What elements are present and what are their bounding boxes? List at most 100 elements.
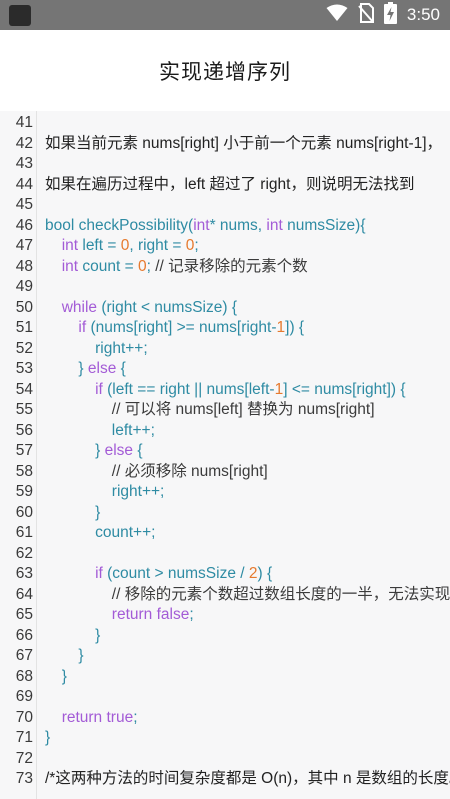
line-number: 62 bbox=[15, 544, 33, 562]
code-line: 57} else { bbox=[0, 441, 450, 462]
code-token: // 移除的元素个数超过数组长度的一半，无法实现 bbox=[111, 585, 450, 603]
code-token: ; bbox=[189, 606, 194, 623]
code-token: count = bbox=[78, 257, 138, 275]
line-number: 65 bbox=[15, 606, 33, 623]
code-line: 61 count++; bbox=[0, 523, 450, 544]
code-token: else bbox=[104, 442, 134, 459]
code-token: int bbox=[61, 257, 79, 275]
line-number: 51 bbox=[15, 319, 33, 336]
line-number: 70 bbox=[15, 708, 33, 726]
line-number: 49 bbox=[15, 278, 33, 295]
code-line: 67} bbox=[0, 646, 450, 667]
code-line: 47 int left = 0, right = 0; bbox=[0, 236, 450, 257]
line-number: 48 bbox=[15, 257, 33, 275]
code-token: int bbox=[193, 216, 210, 234]
line-number: 73 bbox=[15, 770, 33, 787]
code-text: } bbox=[95, 626, 100, 647]
code-token: { bbox=[116, 360, 126, 377]
code-text: return false; bbox=[112, 605, 194, 626]
line-number: 53 bbox=[15, 360, 33, 377]
code-line: 69 bbox=[0, 687, 450, 708]
code-token: ; bbox=[146, 257, 156, 275]
status-time: 3:50 bbox=[406, 5, 440, 24]
line-number: 67 bbox=[15, 647, 33, 664]
line-number: 68 bbox=[15, 667, 33, 685]
code-token: false bbox=[156, 606, 190, 623]
code-text: /*这两种方法的时间复杂度都是 O(n)，其中 n 是数组的长度。 bbox=[45, 769, 450, 790]
code-line: 66} bbox=[0, 626, 450, 647]
code-line: 63 if (count > numsSize / 2) { bbox=[0, 564, 450, 585]
code-token: if bbox=[95, 565, 103, 582]
code-token: } bbox=[95, 626, 101, 644]
code-line: 62 bbox=[0, 544, 450, 565]
code-token: // 必须移除 nums[right] bbox=[111, 462, 268, 480]
line-number: 43 bbox=[15, 155, 33, 172]
code-token: ) { bbox=[257, 565, 273, 582]
line-number: 52 bbox=[15, 339, 33, 357]
code-token: { bbox=[133, 442, 143, 459]
code-viewer[interactable]: 41 42 如果当前元素 nums[right] 小于前一个元素 nums[righ… bbox=[0, 111, 450, 799]
code-text: } bbox=[45, 728, 50, 749]
code-token: (count > numsSize / bbox=[102, 565, 249, 582]
code-line: 55 // 可以将 nums[left] 替换为 nums[right] bbox=[0, 400, 450, 421]
code-text: } bbox=[95, 503, 100, 524]
code-line: 73 /*这两种方法的时间复杂度都是 O(n)，其中 n 是数组的长度。 bbox=[0, 769, 450, 790]
code-line: 68} bbox=[0, 667, 450, 688]
code-line: 72 bbox=[0, 749, 450, 770]
line-number: 50 bbox=[15, 298, 33, 316]
code-token: } bbox=[78, 647, 84, 664]
code-token: right++; bbox=[95, 339, 148, 357]
battery-charging-icon bbox=[383, 2, 397, 28]
code-token: 1 bbox=[276, 319, 286, 336]
code-line: 41 bbox=[0, 113, 450, 134]
code-token: // 记录移除的元素个数 bbox=[155, 257, 308, 275]
line-number: 46 bbox=[15, 216, 33, 234]
code-line: 44 如果在遍历过程中，left 超过了 right，则说明无法找到 bbox=[0, 175, 450, 196]
line-number: 42 bbox=[15, 134, 33, 152]
code-token: } bbox=[95, 503, 101, 521]
code-text: } else { bbox=[78, 359, 125, 380]
code-text: } bbox=[62, 667, 67, 688]
code-token: 2 bbox=[248, 565, 258, 582]
code-line: 49 bbox=[0, 277, 450, 298]
code-text: return true; bbox=[62, 708, 138, 729]
code-line: 53 } else { bbox=[0, 359, 450, 380]
code-token: if bbox=[78, 319, 87, 336]
code-line: 60} bbox=[0, 503, 450, 524]
code-token: (left == right || nums[left- bbox=[102, 380, 275, 398]
code-token: } bbox=[45, 729, 51, 746]
line-number: 56 bbox=[15, 421, 33, 439]
code-line: 59 right++; bbox=[0, 482, 450, 503]
code-token: } bbox=[78, 360, 88, 377]
code-text: bool checkPossibility(int* nums, int num… bbox=[45, 216, 366, 237]
line-number: 44 bbox=[15, 175, 33, 193]
code-line: 45 bbox=[0, 195, 450, 216]
app-icon bbox=[9, 5, 31, 26]
line-number: 57 bbox=[15, 442, 33, 459]
code-text: while (right < numsSize) { bbox=[62, 298, 237, 319]
code-text: count++; bbox=[95, 523, 155, 544]
code-token: (right < numsSize) { bbox=[97, 298, 237, 316]
code-token: * nums, bbox=[209, 216, 267, 234]
code-token: ] <= nums[right]) { bbox=[283, 380, 406, 398]
code-token: 如果当前元素 nums[right] 小于前一个元素 nums[right-1]… bbox=[45, 134, 443, 152]
code-token: right++; bbox=[111, 483, 165, 500]
code-text: // 必须移除 nums[right] bbox=[112, 462, 268, 483]
code-text: right++; bbox=[95, 339, 148, 360]
code-text: 如果在遍历过程中，left 超过了 right，则说明无法找到 bbox=[45, 175, 414, 196]
code-token: ]) { bbox=[285, 319, 305, 336]
code-line: 58 // 必须移除 nums[right] bbox=[0, 462, 450, 483]
code-line: 50 while (right < numsSize) { bbox=[0, 298, 450, 319]
page-title: 实现递增序列 bbox=[159, 59, 291, 84]
line-number: 60 bbox=[15, 503, 33, 521]
code-line: 70 return true; bbox=[0, 708, 450, 729]
code-line: 43 bbox=[0, 154, 450, 175]
code-text: if (left == right || nums[left-1] <= num… bbox=[95, 380, 405, 401]
line-number: 69 bbox=[15, 688, 33, 705]
code-line: 54 if (left == right || nums[left-1] <= n… bbox=[0, 380, 450, 401]
code-token: return bbox=[61, 708, 103, 726]
code-text: // 可以将 nums[left] 替换为 nums[right] bbox=[112, 400, 375, 421]
code-line: 51 if (nums[right] >= nums[right-1]) { bbox=[0, 318, 450, 339]
code-text: // 移除的元素个数超过数组长度的一半，无法实现 bbox=[112, 585, 450, 606]
code-token: int bbox=[266, 216, 283, 234]
